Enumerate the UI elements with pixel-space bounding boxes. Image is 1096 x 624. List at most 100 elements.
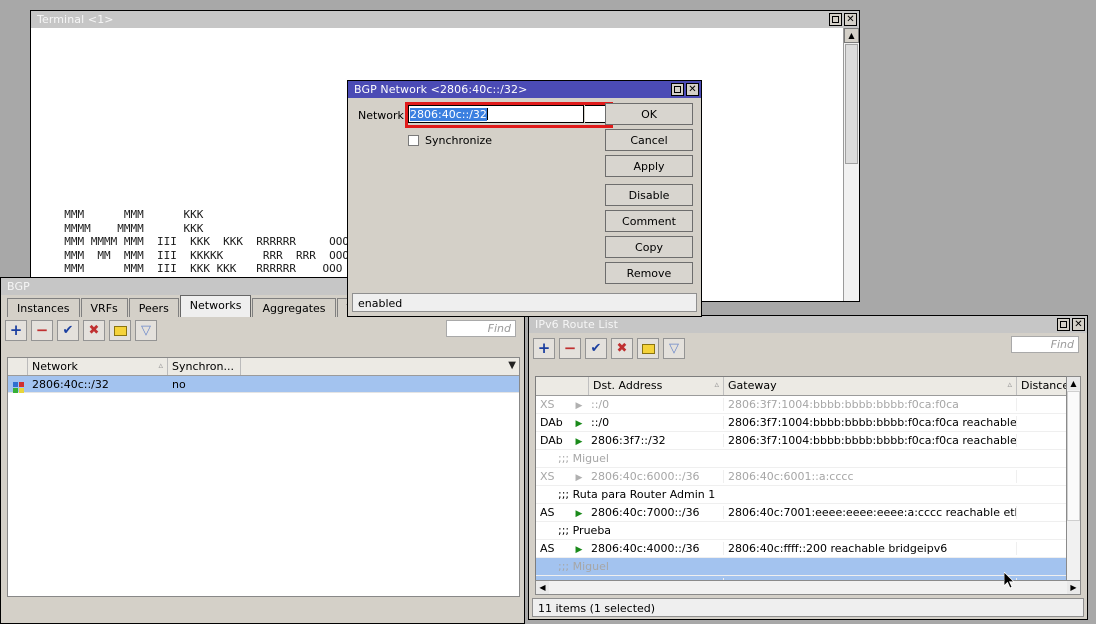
terminal-ascii-logo: MMM MMM KKK MMMM MMMM KKK MMM MMMM MMM I… (51, 208, 349, 276)
routes-toolbar[interactable]: + − ✔ ✖ ▽ Find (529, 333, 1087, 364)
remove-button[interactable]: − (559, 338, 581, 359)
route-arrow-icon: ▶ (569, 506, 589, 519)
route-comment-row[interactable]: ;;; Miguel (536, 558, 1080, 576)
routes-titlebar[interactable]: IPv6 Route List ✕ (529, 316, 1087, 333)
routes-title: IPv6 Route List (535, 318, 1057, 331)
add-button[interactable]: + (533, 338, 555, 359)
route-row[interactable]: AS▶2806:40c:4000::/362806:40c:ffff::200 … (536, 540, 1080, 558)
remove-button[interactable]: − (31, 320, 53, 341)
dialog-window-controls: ✕ (671, 83, 699, 96)
close-icon[interactable]: ✕ (686, 83, 699, 96)
copy-button[interactable]: Copy (605, 236, 693, 258)
route-flags: DAb (536, 434, 569, 447)
dialog-button-column[interactable]: OK Cancel Apply Disable Comment Copy Rem… (605, 103, 693, 288)
cancel-button[interactable]: Cancel (605, 129, 693, 151)
find-input[interactable]: Find (1011, 336, 1079, 353)
tab-networks[interactable]: Networks (180, 295, 252, 317)
minus-icon: − (564, 341, 577, 356)
scroll-right-icon[interactable]: ▶ (1067, 581, 1080, 594)
filter-icon: ▽ (669, 342, 679, 355)
route-comment-text: ;;; Miguel (536, 452, 609, 465)
find-input[interactable]: Find (446, 320, 516, 337)
header-flag (8, 358, 28, 375)
scroll-up-icon[interactable]: ▲ (1067, 377, 1080, 390)
synchronize-row[interactable]: Synchronize (408, 134, 492, 147)
cross-icon: ✖ (617, 342, 628, 355)
route-flags: XS (536, 470, 569, 483)
header-spacer: ▼ (241, 358, 519, 375)
sort-icon: ▵ (1007, 380, 1012, 390)
tab-vrfs[interactable]: VRFs (81, 298, 128, 317)
route-row[interactable]: AS▶2806:40c:7000::/362806:40c:7001:eeee:… (536, 504, 1080, 522)
route-gateway: 2806:3f7:1004:bbbb:bbbb:bbbb:f0ca:f0ca r… (724, 434, 1017, 447)
route-flags: AS (536, 542, 569, 555)
comment-button[interactable] (109, 320, 131, 341)
table-row[interactable]: 2806:40c::/32 no (8, 376, 519, 393)
enable-button[interactable]: ✔ (585, 338, 607, 359)
routes-horizontal-scrollbar[interactable]: ◀ ▶ (535, 580, 1081, 595)
bgp-networks-table[interactable]: Network▵ Synchron... ▼ 2806:40c::/32 no (7, 357, 520, 597)
header-gateway[interactable]: Gateway ▵ (724, 377, 1017, 395)
maximize-icon[interactable] (829, 13, 842, 26)
routes-vertical-scrollbar[interactable]: ▲ ▼ (1066, 376, 1081, 594)
chevron-down-icon[interactable]: ▼ (508, 360, 516, 371)
close-icon[interactable]: ✕ (1072, 318, 1085, 331)
maximize-icon[interactable] (671, 83, 684, 96)
close-icon[interactable]: ✕ (844, 13, 857, 26)
route-arrow-icon: ▶ (569, 398, 589, 411)
enable-button[interactable]: ✔ (57, 320, 79, 341)
route-row[interactable]: DAb▶2806:3f7::/322806:3f7:1004:bbbb:bbbb… (536, 432, 1080, 450)
synchronize-label: Synchronize (425, 134, 492, 147)
add-button[interactable]: + (5, 320, 27, 341)
folder-icon (114, 326, 127, 336)
comment-button[interactable]: Comment (605, 210, 693, 232)
plus-icon: + (538, 341, 551, 356)
dialog-titlebar[interactable]: BGP Network <2806:40c::/32> ✕ (348, 81, 701, 98)
apply-button[interactable]: Apply (605, 155, 693, 177)
routes-rows-container[interactable]: XS▶::/02806:3f7:1004:bbbb:bbbb:bbbb:f0ca… (536, 396, 1080, 594)
tab-instances[interactable]: Instances (7, 298, 80, 317)
route-flags: AS (536, 506, 569, 519)
route-row[interactable]: XS▶2806:40c:6000::/362806:40c:6001::a:cc… (536, 468, 1080, 486)
tab-aggregates[interactable]: Aggregates (252, 298, 335, 317)
network-input[interactable]: 2806:40c::/32 (408, 105, 584, 123)
disable-button[interactable]: ✖ (83, 320, 105, 341)
scrollbar-thumb[interactable] (1067, 391, 1080, 521)
bgp-window[interactable]: BGP Instances VRFs Peers Networks Aggreg… (0, 277, 525, 624)
filter-button[interactable]: ▽ (663, 338, 685, 359)
route-comment-text: ;;; Ruta para Router Admin 1 (536, 488, 715, 501)
routes-table[interactable]: Dst. Address ▵ Gateway ▵ Distance XS▶::/… (535, 376, 1081, 594)
route-gateway: 2806:40c:7001:eeee:eeee:eeee:a:cccc reac… (724, 506, 1017, 519)
bgp-network-dialog[interactable]: BGP Network <2806:40c::/32> ✕ Network: 2… (347, 80, 702, 317)
route-comment-row[interactable]: ;;; Prueba (536, 522, 1080, 540)
scrollbar-thumb[interactable] (845, 44, 858, 164)
synchronize-checkbox[interactable] (408, 135, 419, 146)
dialog-title: BGP Network <2806:40c::/32> (354, 83, 671, 96)
header-synchronize[interactable]: Synchron... (168, 358, 241, 375)
bgp-table-header: Network▵ Synchron... ▼ (8, 358, 519, 376)
route-row[interactable]: XS▶::/02806:3f7:1004:bbbb:bbbb:bbbb:f0ca… (536, 396, 1080, 414)
comment-button[interactable] (637, 338, 659, 359)
network-input-value: 2806:40c::/32 (410, 108, 487, 121)
check-icon: ✔ (591, 342, 602, 355)
tab-peers[interactable]: Peers (129, 298, 179, 317)
maximize-icon[interactable] (1057, 318, 1070, 331)
ok-button[interactable]: OK (605, 103, 693, 125)
text-caret (487, 108, 488, 120)
terminal-vertical-scrollbar[interactable]: ▲ (843, 28, 859, 301)
remove-button[interactable]: Remove (605, 262, 693, 284)
header-dst-address[interactable]: Dst. Address ▵ (589, 377, 724, 395)
disable-button[interactable]: ✖ (611, 338, 633, 359)
route-row[interactable]: DAb▶::/02806:3f7:1004:bbbb:bbbb:bbbb:f0c… (536, 414, 1080, 432)
bgp-toolbar[interactable]: + − ✔ ✖ ▽ Find (1, 317, 524, 344)
route-comment-row[interactable]: ;;; Miguel (536, 450, 1080, 468)
scroll-left-icon[interactable]: ◀ (536, 581, 549, 594)
terminal-titlebar[interactable]: Terminal <1> ✕ (31, 11, 859, 28)
filter-icon: ▽ (141, 324, 151, 337)
scroll-up-icon[interactable]: ▲ (844, 28, 859, 43)
filter-button[interactable]: ▽ (135, 320, 157, 341)
disable-button[interactable]: Disable (605, 184, 693, 206)
route-comment-row[interactable]: ;;; Ruta para Router Admin 1 (536, 486, 1080, 504)
route-dst-address: ::/0 (589, 416, 724, 429)
header-network[interactable]: Network▵ (28, 358, 168, 375)
